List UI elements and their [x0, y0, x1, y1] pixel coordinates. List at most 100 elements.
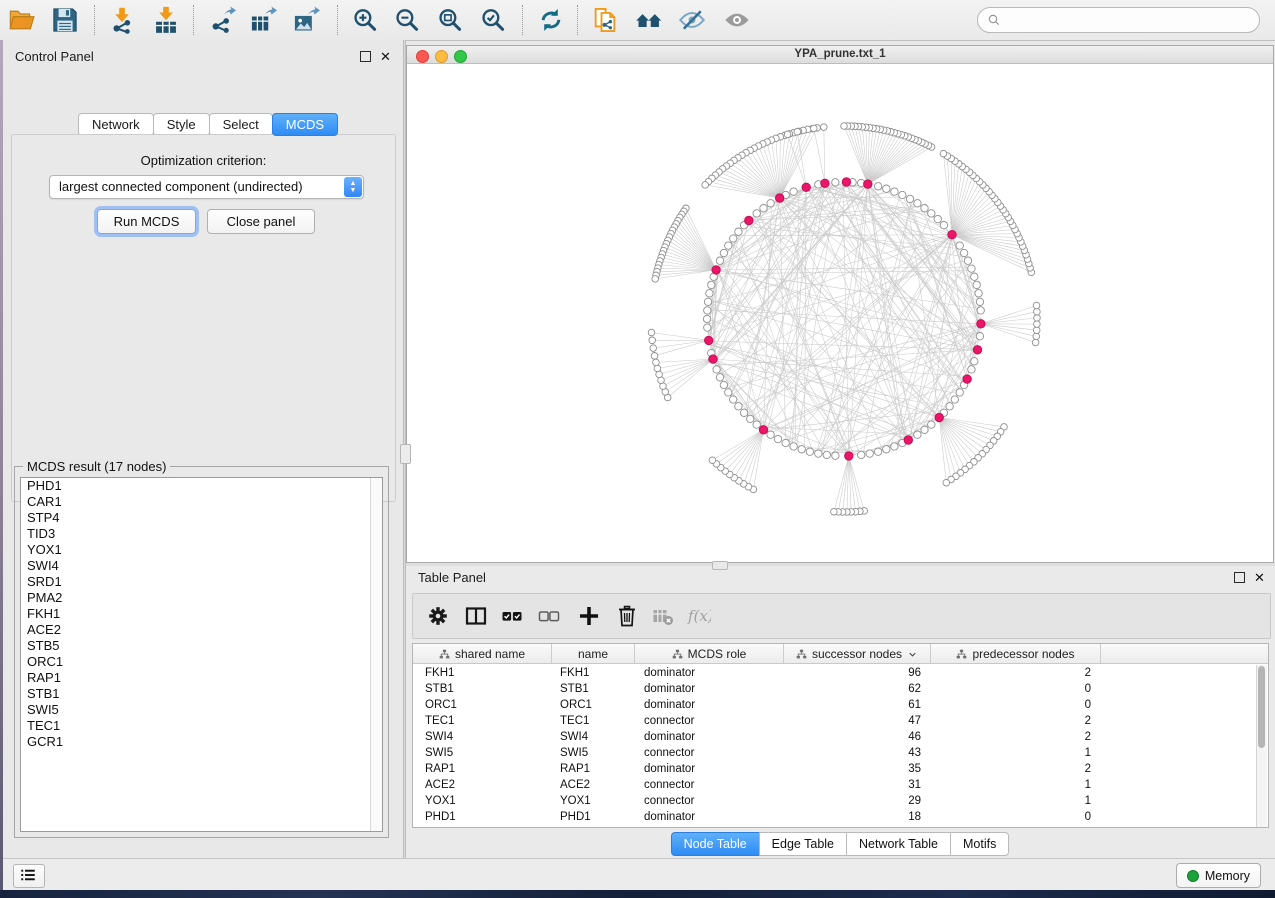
export-image-button[interactable]	[292, 6, 320, 34]
shared-column-icon	[796, 649, 807, 660]
new-network-from-selection-button[interactable]	[591, 6, 619, 34]
cell: 61	[784, 697, 921, 713]
table-row-FKH1[interactable]: FKH1FKH1dominator962	[413, 665, 1251, 681]
tab-mcds[interactable]: MCDS	[272, 113, 338, 136]
zoom-in-button[interactable]	[351, 6, 379, 34]
cell: 1	[931, 793, 1091, 809]
column-header-empty[interactable]	[1101, 644, 1261, 664]
table-panel: Table Panel ✕ f(x) shared namenameMCDS r…	[406, 566, 1275, 858]
cell: connector	[644, 745, 784, 761]
show-all-button[interactable]	[723, 6, 751, 34]
float-table-panel-icon[interactable]	[1234, 572, 1245, 583]
mcds-result-item[interactable]: SWI5	[21, 702, 382, 718]
mcds-result-item[interactable]: PHD1	[21, 478, 382, 494]
dropdown-value: largest connected component (undirected)	[59, 179, 303, 194]
select-all-rows-button[interactable]	[500, 604, 524, 628]
cell: YOX1	[560, 793, 635, 809]
mcds-result-item[interactable]: YOX1	[21, 542, 382, 558]
delete-column-button[interactable]	[615, 604, 639, 628]
mcds-result-item[interactable]: TEC1	[21, 718, 382, 734]
cell: ACE2	[560, 777, 635, 793]
show-columns-button[interactable]	[464, 604, 488, 628]
zoom-selected-button[interactable]	[479, 6, 507, 34]
memory-button[interactable]: Memory	[1176, 863, 1261, 888]
deselect-all-rows-button[interactable]	[537, 604, 561, 628]
column-header-successor-nodes[interactable]: successor nodes	[784, 644, 931, 664]
network-window-title: YPA_prune.txt_1	[407, 48, 1273, 60]
first-neighbors-button[interactable]	[635, 6, 663, 34]
mcds-result-item[interactable]: GCR1	[21, 734, 382, 750]
zoom-fit-button[interactable]	[436, 6, 464, 34]
table-panel-title: Table Panel	[418, 570, 486, 585]
export-network-button[interactable]	[208, 6, 236, 34]
mcds-result-item[interactable]: STB5	[21, 638, 382, 654]
table-row-TEC1[interactable]: TEC1TEC1connector472	[413, 713, 1251, 729]
hide-selected-button[interactable]	[678, 6, 706, 34]
table-row-ORC1[interactable]: ORC1ORC1dominator610	[413, 697, 1251, 713]
mcds-result-item[interactable]: RAP1	[21, 670, 382, 686]
column-header-name[interactable]: name	[552, 644, 635, 664]
optimization-criterion-dropdown[interactable]: largest connected component (undirected)…	[49, 175, 364, 199]
tab-network-table[interactable]: Network Table	[846, 832, 951, 856]
apply-preferred-layout-button[interactable]	[537, 6, 565, 34]
mcds-result-item[interactable]: TID3	[21, 526, 382, 542]
table-row-ACE2[interactable]: ACE2ACE2connector311	[413, 777, 1251, 793]
mcds-result-item[interactable]: STB1	[21, 686, 382, 702]
shared-column-icon	[672, 649, 683, 660]
tab-select[interactable]: Select	[209, 113, 273, 136]
task-history-button[interactable]	[13, 864, 45, 888]
column-header-MCDS-role[interactable]: MCDS role	[635, 644, 784, 664]
table-row-SWI5[interactable]: SWI5SWI5connector431	[413, 745, 1251, 761]
export-table-button[interactable]	[249, 6, 277, 34]
mcds-list-scrollbar[interactable]	[370, 478, 382, 831]
network-window-titlebar[interactable]: YPA_prune.txt_1	[407, 46, 1273, 64]
list-icon	[19, 866, 37, 884]
vertical-splitter-handle[interactable]	[400, 444, 411, 464]
cell: TEC1	[425, 713, 552, 729]
table-scrollbar[interactable]	[1256, 665, 1267, 827]
table-row-PHD1[interactable]: PHD1PHD1dominator180	[413, 809, 1251, 825]
column-header-predecessor-nodes[interactable]: predecessor nodes	[931, 644, 1101, 664]
close-table-panel-icon[interactable]: ✕	[1254, 573, 1265, 582]
mcds-result-item[interactable]: SRD1	[21, 574, 382, 590]
mcds-result-item[interactable]: ORC1	[21, 654, 382, 670]
cell: connector	[644, 777, 784, 793]
table-row-RAP1[interactable]: RAP1RAP1dominator352	[413, 761, 1251, 777]
column-header-shared-name[interactable]: shared name	[413, 644, 552, 664]
tab-network[interactable]: Network	[78, 113, 154, 136]
table-options-button[interactable]	[426, 604, 450, 628]
open-file-button[interactable]	[8, 6, 36, 34]
import-network-button[interactable]	[108, 6, 136, 34]
table-header-row: shared namenameMCDS rolesuccessor nodesp…	[413, 644, 1268, 664]
mcds-result-item[interactable]: ACE2	[21, 622, 382, 638]
mcds-result-list[interactable]: PHD1CAR1STP4TID3YOX1SWI4SRD1PMA2FKH1ACE2…	[20, 477, 383, 832]
tab-style[interactable]: Style	[153, 113, 210, 136]
network-canvas[interactable]	[407, 64, 1273, 562]
close-panel-button[interactable]: Close panel	[207, 209, 315, 234]
network-graph[interactable]	[407, 64, 1273, 562]
table-scrollbar-thumb[interactable]	[1258, 666, 1265, 748]
mcds-result-item[interactable]: SWI4	[21, 558, 382, 574]
save-session-button[interactable]	[51, 6, 79, 34]
table-row-YOX1[interactable]: YOX1YOX1connector291	[413, 793, 1251, 809]
tab-edge-table[interactable]: Edge Table	[759, 832, 847, 856]
table-row-SWI4[interactable]: SWI4SWI4dominator462	[413, 729, 1251, 745]
import-table-button[interactable]	[152, 6, 180, 34]
zoom-out-button[interactable]	[393, 6, 421, 34]
close-panel-icon[interactable]: ✕	[380, 52, 391, 61]
mcds-result-item[interactable]: PMA2	[21, 590, 382, 606]
horizontal-splitter-handle[interactable]	[712, 561, 728, 570]
mcds-result-item[interactable]: CAR1	[21, 494, 382, 510]
float-panel-icon[interactable]	[360, 51, 371, 62]
tab-node-table[interactable]: Node Table	[671, 832, 760, 856]
add-column-button[interactable]	[577, 604, 601, 628]
tab-motifs[interactable]: Motifs	[950, 832, 1009, 856]
run-mcds-button[interactable]: Run MCDS	[97, 209, 196, 234]
search-input[interactable]	[977, 7, 1260, 33]
mcds-result-item[interactable]: STP4	[21, 510, 382, 526]
cell: 1	[931, 745, 1091, 761]
cell: STB1	[560, 681, 635, 697]
cell: 1	[931, 777, 1091, 793]
table-row-STB1[interactable]: STB1STB1dominator620	[413, 681, 1251, 697]
mcds-result-item[interactable]: FKH1	[21, 606, 382, 622]
